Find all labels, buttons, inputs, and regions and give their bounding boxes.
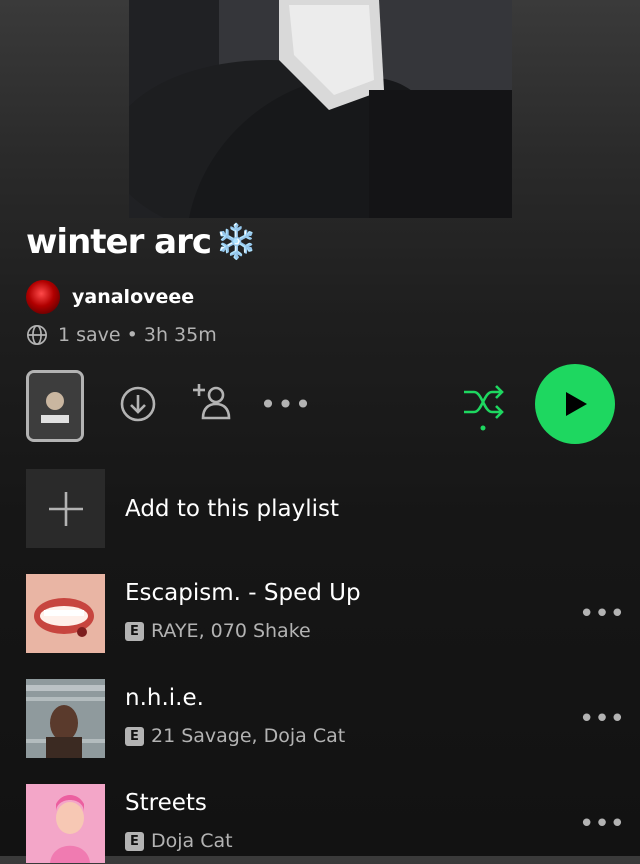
track-artwork (26, 574, 105, 653)
track-row[interactable]: n.h.i.e. E 21 Savage, Doja Cat ••• (26, 679, 626, 759)
owner-avatar[interactable] (26, 280, 60, 314)
add-to-playlist-row[interactable]: Add to this playlist (26, 469, 339, 548)
track-row[interactable]: Escapism. - Sped Up E RAYE, 070 Shake ••… (26, 574, 626, 654)
add-to-playlist-button[interactable] (26, 469, 105, 548)
download-button[interactable] (118, 384, 158, 424)
track-artists: 21 Savage, Doja Cat (151, 725, 346, 747)
more-icon: ••• (579, 704, 626, 734)
meta-text: 1 save • 3h 35m (58, 324, 217, 346)
download-icon (120, 386, 156, 422)
track-artwork (26, 679, 105, 758)
add-to-playlist-label[interactable]: Add to this playlist (125, 496, 339, 522)
action-bar: ••• (0, 360, 640, 450)
track-options-button[interactable]: ••• (579, 596, 626, 632)
more-icon: ••• (579, 809, 626, 839)
play-button[interactable] (535, 364, 615, 444)
more-icon: ••• (259, 387, 313, 421)
more-icon: ••• (579, 599, 626, 629)
owner-name[interactable]: yanaloveee (72, 286, 194, 308)
track-title: Streets (125, 790, 207, 816)
shuffle-icon (464, 385, 504, 431)
track-options-button[interactable]: ••• (579, 701, 626, 737)
track-subtitle: E 21 Savage, Doja Cat (125, 725, 345, 747)
track-title: n.h.i.e. (125, 685, 204, 711)
track-row[interactable]: Streets E Doja Cat ••• (26, 784, 626, 864)
playlist-title-text: winter arc (26, 222, 212, 262)
mini-cover-button[interactable] (26, 370, 84, 442)
snowflake-emoji: ❄️ (215, 222, 257, 262)
playlist-cover (129, 0, 512, 218)
playlist-title: winter arc ❄️ (26, 222, 257, 262)
explicit-badge: E (125, 831, 144, 851)
add-user-icon (193, 384, 231, 420)
playlist-meta: 1 save • 3h 35m (26, 324, 217, 346)
track-artists: RAYE, 070 Shake (151, 620, 311, 642)
track-subtitle: E RAYE, 070 Shake (125, 620, 311, 642)
track-artwork (26, 784, 105, 863)
more-options-button[interactable]: ••• (260, 384, 312, 424)
explicit-badge: E (125, 726, 144, 746)
track-options-button[interactable]: ••• (579, 806, 626, 842)
play-icon (566, 392, 587, 416)
plus-icon (48, 491, 83, 526)
globe-icon (27, 325, 47, 345)
add-collaborator-button[interactable] (191, 380, 235, 424)
track-title: Escapism. - Sped Up (125, 580, 361, 606)
track-artists: Doja Cat (151, 830, 233, 852)
track-subtitle: E Doja Cat (125, 830, 233, 852)
shuffle-button[interactable] (460, 382, 506, 432)
explicit-badge: E (125, 621, 144, 641)
playlist-owner[interactable]: yanaloveee (26, 280, 194, 314)
